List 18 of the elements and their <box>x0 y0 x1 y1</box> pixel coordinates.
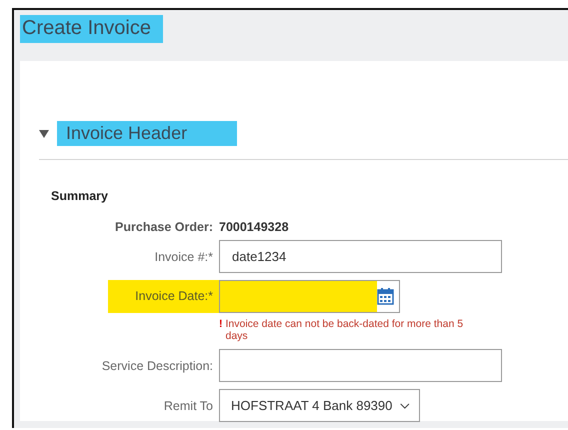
field-label: Purchase Order: <box>115 220 214 234</box>
chevron-down-icon <box>400 402 410 410</box>
section-title: Invoice Header <box>57 121 238 146</box>
field-label: Remit To <box>164 398 214 413</box>
purchase-order-value: 7000149328 <box>219 220 290 234</box>
field-label: Invoice #:* <box>154 250 214 264</box>
remit-to-dropdown[interactable]: HOFSTRAAT 4 Bank 89390 <box>219 389 420 422</box>
page-title: Create Invoice <box>20 15 163 43</box>
field-label: Service Description: <box>102 358 214 373</box>
error-icon: ! <box>219 318 222 342</box>
collapse-triangle-icon[interactable] <box>39 128 49 138</box>
calendar-icon[interactable] <box>377 288 394 305</box>
summary-heading: Summary <box>51 189 109 203</box>
date-field[interactable] <box>219 280 400 313</box>
text-field[interactable]: date1234 <box>219 240 502 273</box>
text-field[interactable] <box>219 349 502 382</box>
field-label: Invoice Date:* <box>108 280 219 313</box>
error-message: Invoice date can not be back-dated for more than 5 days <box>226 318 464 342</box>
